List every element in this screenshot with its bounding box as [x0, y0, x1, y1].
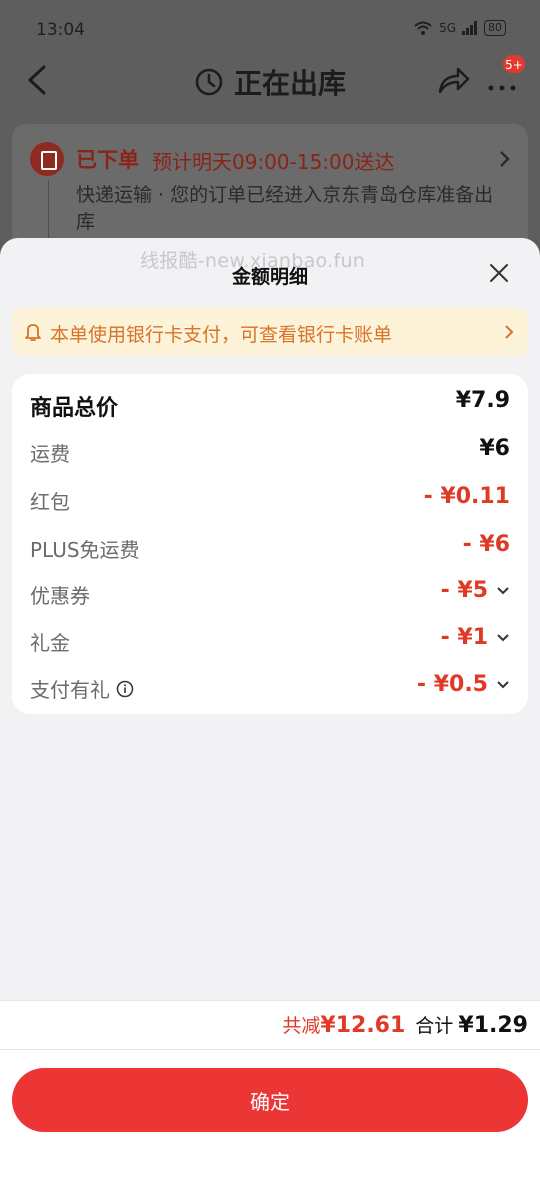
reduced-value: ¥12.61 — [320, 1013, 406, 1038]
order-description: 快递运输 · 您的订单已经进入京东青岛仓库准备出库 — [76, 184, 494, 233]
row-label: PLUS免运费 — [30, 538, 140, 562]
row-label: 礼金 — [30, 631, 70, 655]
network-type: 5G — [439, 21, 456, 35]
row-plus-free-shipping: PLUS免运费 - ¥6 — [12, 528, 528, 568]
price-summary-bar: 共减¥12.61 合计 ¥1.29 — [0, 1000, 540, 1050]
row-gift-money[interactable]: 礼金 - ¥1 — [12, 621, 528, 661]
chevron-right-icon — [500, 151, 510, 167]
row-label: 商品总价 — [30, 396, 119, 421]
row-label: 优惠券 — [30, 584, 90, 608]
reduced-group: 共减¥12.61 — [282, 1011, 405, 1038]
total-value: ¥1.29 — [458, 1013, 528, 1038]
status-time: 13:04 — [36, 20, 85, 40]
bank-card-notice[interactable]: 本单使用银行卡支付，可查看银行卡账单 — [12, 308, 528, 356]
top-nav: 正在出库 — [0, 56, 540, 106]
summary-group: 共减¥12.61 合计 ¥1.29 — [282, 1011, 528, 1038]
reduced-label: 共减 — [282, 1015, 321, 1037]
close-icon[interactable] — [488, 262, 510, 284]
bell-icon — [25, 324, 41, 341]
order-document-icon — [30, 142, 64, 176]
row-value-group: - ¥1 — [441, 625, 510, 650]
signal-icon — [462, 21, 477, 35]
page-title: 正在出库 — [233, 67, 346, 100]
battery-icon: 80 — [484, 20, 506, 36]
row-goods-total: 商品总价 ¥7.9 — [12, 384, 528, 424]
share-icon[interactable] — [436, 64, 470, 96]
status-icons: 5G 80 — [413, 20, 506, 36]
row-shipping: 运费 ¥6 — [12, 432, 528, 472]
row-label: 支付有礼 — [30, 678, 110, 702]
row-value: ¥6 — [479, 436, 510, 461]
footer-button-area: 确定 — [0, 1050, 540, 1191]
row-value-group: - ¥0.5 — [417, 672, 510, 697]
row-value: - ¥5 — [440, 578, 488, 603]
wifi-icon — [414, 21, 432, 35]
row-value: - ¥6 — [462, 532, 510, 557]
order-page-background: 13:04 5G 80 正在出库 5+ 已下单 预计明天09:00-15:00送… — [0, 0, 540, 264]
info-icon[interactable] — [116, 680, 134, 698]
row-value-group: - ¥5 — [441, 578, 510, 603]
row-value: - ¥0.11 — [423, 484, 510, 509]
total-label: 合计 — [415, 1015, 454, 1037]
notice-text: 本单使用银行卡支付，可查看银行卡账单 — [50, 324, 393, 346]
row-label-group: 支付有礼 — [30, 674, 134, 703]
amount-detail-sheet: 线报酷-new.xianbao.fun 金额明细 本单使用银行卡支付，可查看银行… — [0, 238, 540, 1191]
status-bar: 13:04 5G 80 — [0, 0, 540, 60]
row-payment-gift[interactable]: 支付有礼 - ¥0.5 — [12, 668, 528, 708]
row-coupon[interactable]: 优惠券 - ¥5 — [12, 574, 528, 614]
row-value: - ¥1 — [440, 625, 488, 650]
row-value: - ¥0.5 — [416, 672, 488, 697]
price-detail-card: 商品总价 ¥7.9 运费 ¥6 红包 - ¥0.11 PLUS免运费 - ¥6 … — [12, 374, 528, 714]
total-group: 合计 ¥1.29 — [415, 1011, 528, 1038]
row-label: 红包 — [30, 490, 70, 514]
chevron-down-icon — [497, 680, 509, 688]
row-label: 运费 — [30, 442, 70, 466]
sheet-title: 金额明细 — [231, 266, 308, 288]
row-red-packet: 红包 - ¥0.11 — [12, 480, 528, 520]
row-value: ¥7.9 — [455, 388, 510, 413]
chevron-down-icon — [497, 633, 509, 641]
clock-icon — [195, 68, 223, 96]
notification-badge: 5+ — [502, 54, 526, 74]
chevron-right-icon — [505, 325, 514, 339]
order-status: 已下单 — [76, 148, 139, 172]
chevron-down-icon — [497, 586, 509, 594]
delivery-eta: 预计明天09:00-15:00送达 — [152, 150, 395, 174]
confirm-button[interactable]: 确定 — [12, 1068, 528, 1132]
